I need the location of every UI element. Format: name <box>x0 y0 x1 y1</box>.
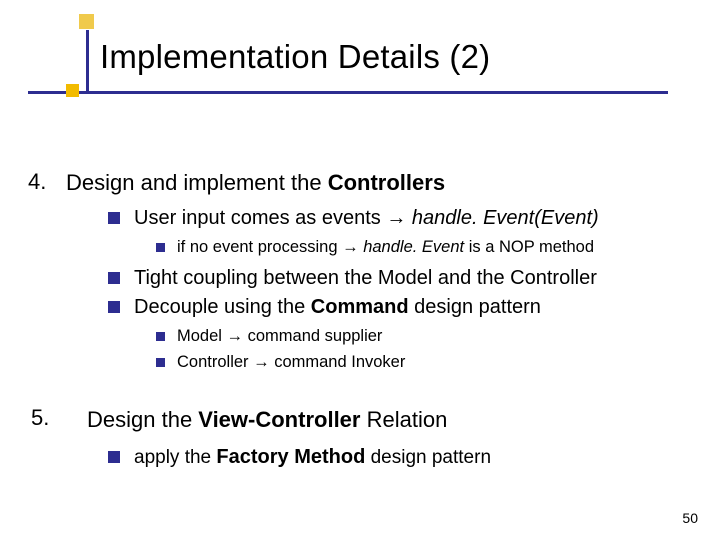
sub-bullet: Tight coupling between the Model and the… <box>108 264 690 293</box>
bullet-square-icon <box>156 332 165 341</box>
sub-sub-bullet: Model → command supplier <box>156 324 690 350</box>
text: User input comes as events <box>134 207 386 229</box>
slide-title: Implementation Details (2) <box>100 38 490 76</box>
arrow-icon: → <box>342 238 359 256</box>
text: design pattern <box>409 296 541 318</box>
text: Design the <box>87 407 198 432</box>
bullet-square-icon <box>108 212 120 224</box>
bullet-square-icon <box>108 451 120 463</box>
text: command Invoker <box>270 353 406 371</box>
text: command supplier <box>243 327 382 345</box>
text: Decouple using the <box>134 296 311 318</box>
text-bold: Factory Method <box>216 446 365 468</box>
text: if no event processing <box>177 238 342 256</box>
item-number: 4. <box>28 168 66 195</box>
page-number: 50 <box>682 510 698 526</box>
arrow-icon: → <box>386 207 406 229</box>
text-bold: Controllers <box>328 170 445 195</box>
arrow-icon: → <box>227 327 244 345</box>
sub-bullet: Decouple using the Command design patter… <box>108 293 690 322</box>
list-item-4: 4. Design and implement the Controllers <box>28 168 690 198</box>
bullet-square-icon <box>156 243 165 252</box>
sub-bullet: apply the Factory Method design pattern <box>108 443 690 472</box>
slide: Implementation Details (2) 4. Design and… <box>0 0 720 540</box>
item-number: 5. <box>28 405 87 431</box>
text-bold: View-Controller <box>198 407 360 432</box>
item-text: Design and implement the Controllers <box>66 168 445 198</box>
text: apply the <box>134 447 216 468</box>
title-decoration <box>28 86 114 100</box>
bullet-square-icon <box>108 301 120 313</box>
bullet-square-icon <box>108 272 120 284</box>
sub-sub-bullet: Controller → command Invoker <box>156 350 690 376</box>
text-bold: Command <box>311 296 409 318</box>
arrow-icon: → <box>253 353 270 371</box>
item-text: Design the View-Controller Relation <box>87 405 447 435</box>
text: Design and implement the <box>66 170 328 195</box>
sub-sub-bullet: if no event processing → handle. Event i… <box>156 235 690 261</box>
text: design pattern <box>365 447 491 468</box>
sub-bullet: User input comes as events → handle. Eve… <box>108 204 690 233</box>
text-italic: handle. Event(Event) <box>406 207 598 229</box>
text-italic: handle. Event <box>359 238 469 256</box>
slide-body: 4. Design and implement the Controllers … <box>28 168 690 472</box>
text: Controller <box>177 353 253 371</box>
text: Relation <box>360 407 447 432</box>
list-item-5: 5. Design the View-Controller Relation <box>28 405 690 435</box>
text: Tight coupling between the Model and the… <box>134 264 597 293</box>
text: is a NOP method <box>469 238 594 256</box>
bullet-square-icon <box>156 358 165 367</box>
text: Model <box>177 327 227 345</box>
